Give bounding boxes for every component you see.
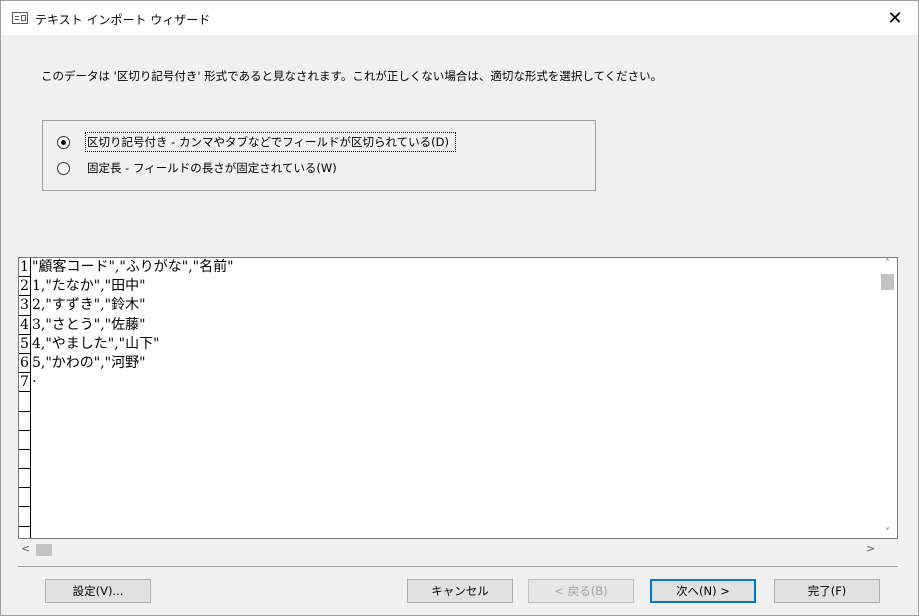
scroll-up-icon[interactable]: ˄ — [878, 258, 897, 269]
scroll-left-icon[interactable]: < — [21, 542, 30, 555]
import-wizard-window: テキスト インポート ウィザード ✕ このデータは '区切り記号付き' 形式であ… — [0, 0, 919, 616]
scroll-down-icon[interactable]: ˅ — [878, 527, 897, 538]
line-number: 6 — [19, 354, 30, 374]
window-title: テキスト インポート ウィザード — [35, 13, 211, 27]
vertical-scroll-thumb[interactable] — [881, 274, 894, 290]
cancel-button[interactable]: キャンセル — [407, 579, 513, 603]
finish-button[interactable]: 完了(F) — [774, 579, 880, 603]
line-number: 7 — [19, 373, 30, 393]
scroll-right-icon[interactable]: > — [866, 542, 875, 555]
button-separator — [18, 566, 898, 567]
app-form-icon — [12, 12, 28, 24]
preview-line: 5,"かわの","河野" — [32, 354, 146, 371]
horizontal-scroll-thumb[interactable] — [36, 544, 52, 556]
format-description: このデータは '区切り記号付き' 形式であると見なされます。これが正しくない場合… — [41, 69, 663, 83]
line-number — [19, 450, 30, 470]
line-number — [19, 469, 30, 489]
preview-lines: "顧客コード","ふりがな","名前" 1,"たなか","田中" 2,"すずき"… — [32, 258, 234, 392]
title-bar[interactable]: テキスト インポート ウィザード ✕ — [1, 1, 918, 35]
line-number — [19, 488, 30, 508]
close-icon[interactable]: ✕ — [872, 1, 918, 35]
line-number — [19, 431, 30, 450]
preview-line: 3,"さとう","佐藤" — [32, 316, 146, 333]
next-button[interactable]: 次へ(N) > — [650, 579, 756, 603]
delimited-label[interactable]: 区切り記号付き - カンマやタブなどでフィールドが区切られている(D) — [85, 132, 456, 152]
line-number — [19, 507, 30, 527]
line-number: 1 — [19, 258, 30, 278]
data-preview[interactable]: 1 2 3 4 5 6 7 "顧客コード","ふりがな","名前" 1,"たなか… — [18, 257, 898, 539]
line-number: 5 — [19, 335, 30, 354]
line-number: 4 — [19, 316, 30, 335]
line-number — [19, 392, 30, 412]
preview-line: 2,"すずき","鈴木" — [32, 297, 146, 314]
back-button[interactable]: < 戻る(B) — [528, 579, 634, 603]
preview-line: 1,"たなか","田中" — [32, 278, 146, 295]
fixed-width-radio[interactable] — [57, 161, 70, 175]
vertical-scrollbar[interactable]: ˄ ˅ — [878, 258, 897, 538]
format-option-group: 区切り記号付き - カンマやタブなどでフィールドが区切られている(D) 固定長 … — [42, 120, 596, 191]
line-number: 3 — [19, 296, 30, 316]
line-number — [19, 412, 30, 431]
fixed-width-option[interactable]: 固定長 - フィールドの長さが固定されている(W) — [57, 159, 339, 177]
line-number-gutter: 1 2 3 4 5 6 7 — [19, 258, 31, 538]
settings-button[interactable]: 設定(V)... — [45, 579, 151, 603]
preview-line: "顧客コード","ふりがな","名前" — [32, 259, 234, 275]
delimited-option[interactable]: 区切り記号付き - カンマやタブなどでフィールドが区切られている(D) — [57, 132, 456, 152]
delimited-radio[interactable] — [57, 135, 70, 149]
fixed-width-label[interactable]: 固定長 - フィールドの長さが固定されている(W) — [85, 159, 339, 177]
line-number: 2 — [19, 277, 30, 297]
preview-line: · — [32, 374, 37, 391]
preview-line: 4,"やました","山下" — [32, 335, 160, 352]
horizontal-scrollbar[interactable]: < > — [18, 541, 878, 559]
